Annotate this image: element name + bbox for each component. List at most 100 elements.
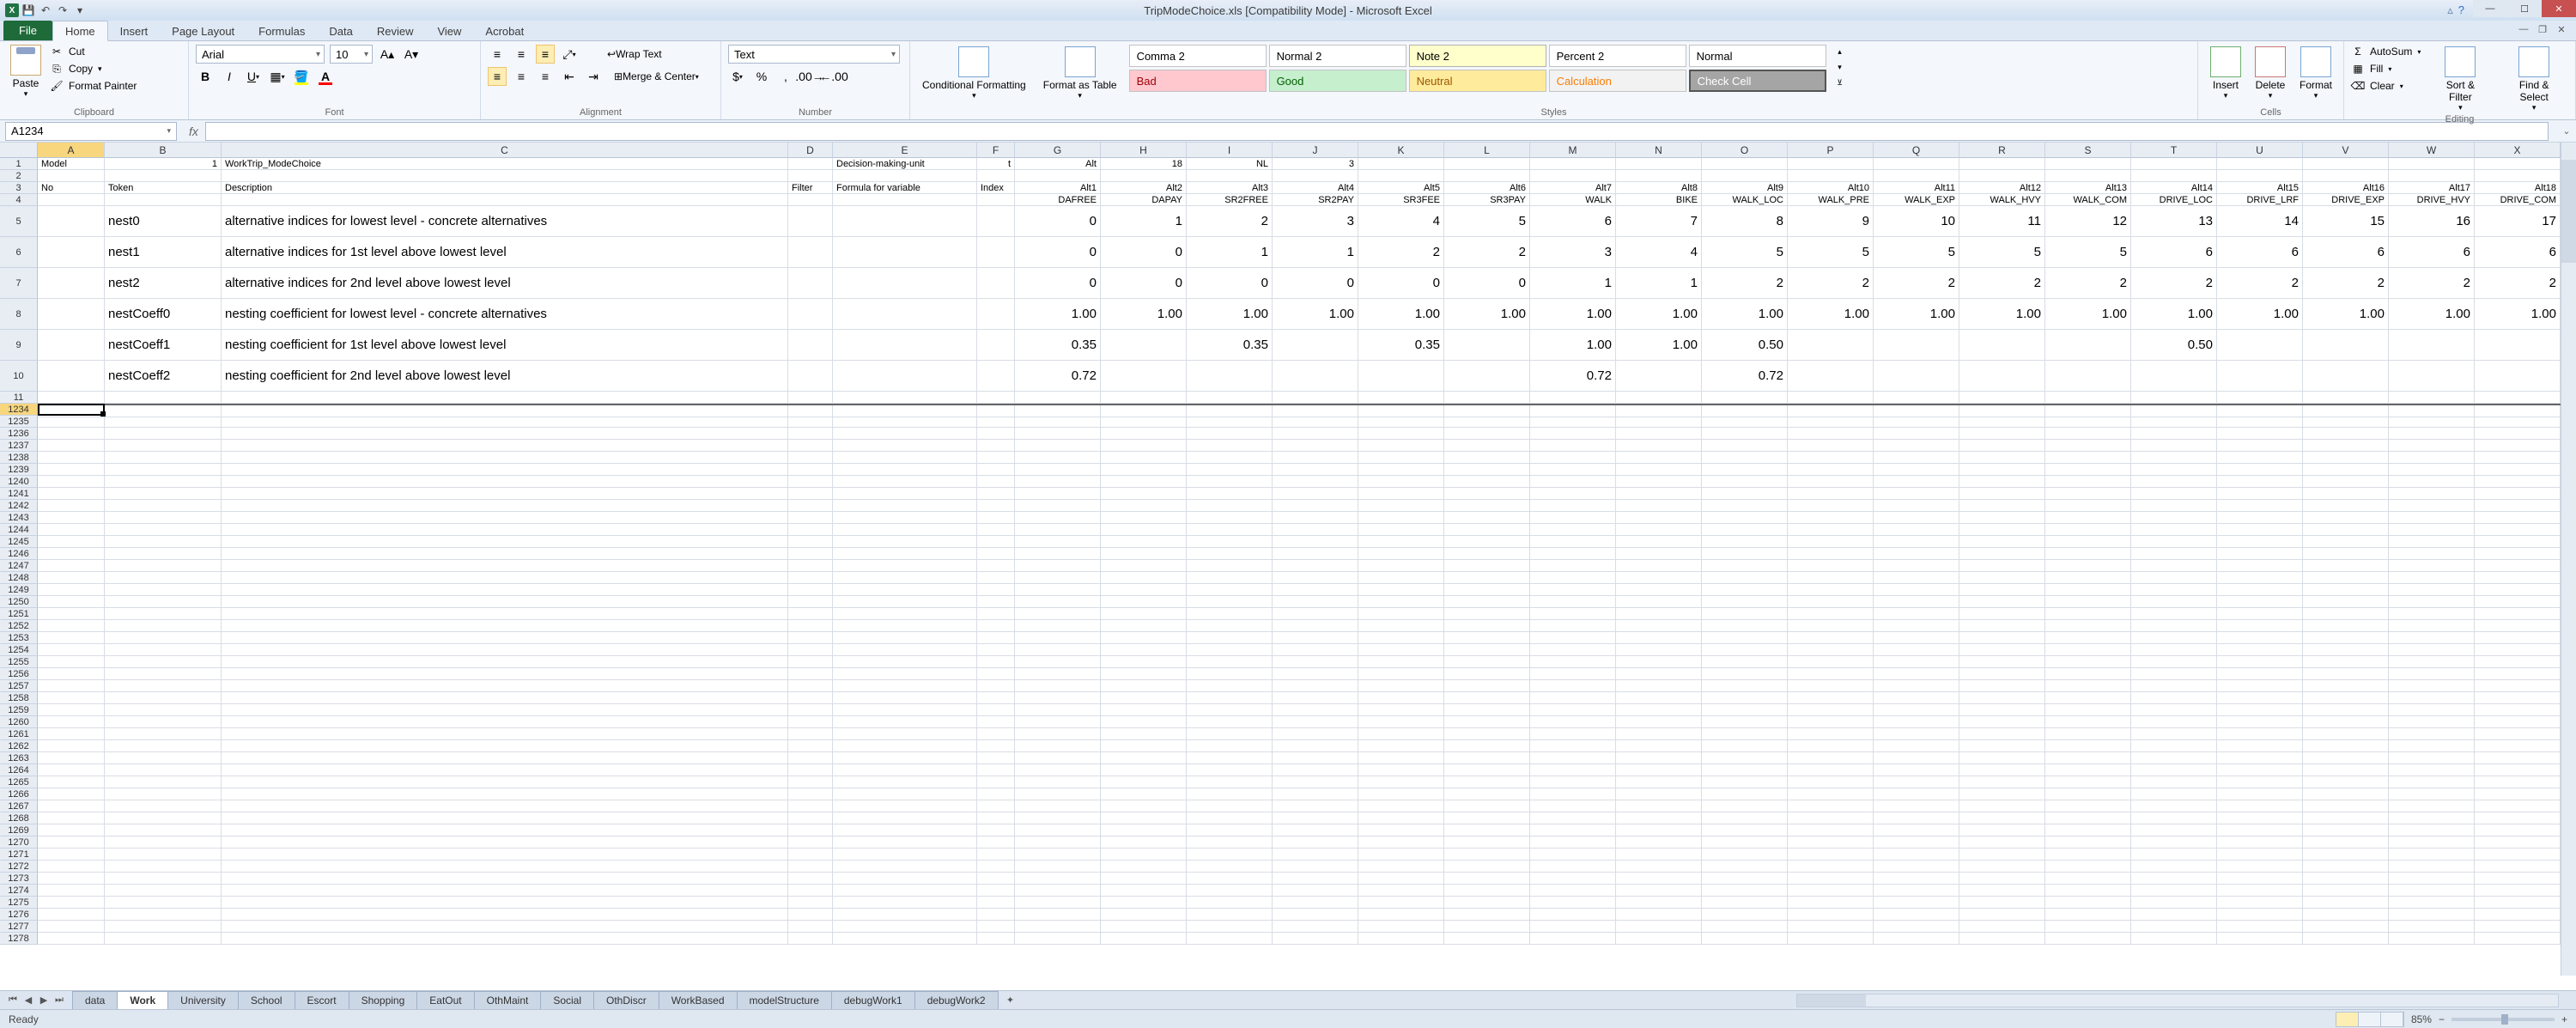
cell[interactable]: [2389, 656, 2475, 668]
cell[interactable]: 16: [2389, 206, 2475, 237]
cell[interactable]: [222, 704, 788, 716]
cell[interactable]: 1.00: [1530, 330, 1616, 361]
cell[interactable]: [1702, 416, 1788, 428]
cell[interactable]: [977, 849, 1015, 861]
cell[interactable]: [1273, 584, 1358, 596]
cell[interactable]: [1530, 824, 1616, 836]
cell[interactable]: [1788, 632, 1874, 644]
cell[interactable]: [2303, 728, 2389, 740]
cell[interactable]: 0: [1273, 268, 1358, 299]
cell[interactable]: [1015, 464, 1101, 476]
cell[interactable]: [1702, 488, 1788, 500]
cell[interactable]: [2217, 824, 2303, 836]
cell[interactable]: [833, 500, 977, 512]
cell[interactable]: [2389, 704, 2475, 716]
cell[interactable]: [38, 644, 105, 656]
cell[interactable]: [2389, 500, 2475, 512]
cell[interactable]: [2475, 644, 2561, 656]
cell[interactable]: [1444, 656, 1530, 668]
cell[interactable]: [1015, 656, 1101, 668]
row-header-7[interactable]: 7: [0, 268, 38, 299]
cell[interactable]: [1702, 704, 1788, 716]
cell[interactable]: Alt13: [2045, 182, 2131, 194]
cell[interactable]: [1358, 800, 1444, 812]
cell[interactable]: nestCoeff1: [105, 330, 222, 361]
cell[interactable]: [38, 776, 105, 788]
cell[interactable]: [2045, 428, 2131, 440]
cell[interactable]: [105, 836, 222, 849]
increase-indent[interactable]: ⇥: [584, 67, 603, 86]
cell[interactable]: [1358, 933, 1444, 945]
cell[interactable]: [2389, 849, 2475, 861]
cell[interactable]: [1444, 668, 1530, 680]
cell[interactable]: [2303, 476, 2389, 488]
cell[interactable]: [1788, 728, 1874, 740]
cell[interactable]: [2303, 170, 2389, 182]
cell[interactable]: [2131, 728, 2217, 740]
cell[interactable]: [1187, 740, 1273, 752]
row-header-1238[interactable]: 1238: [0, 452, 38, 464]
cell[interactable]: [2475, 836, 2561, 849]
cell[interactable]: [2131, 512, 2217, 524]
cell[interactable]: [38, 206, 105, 237]
cell[interactable]: [1874, 572, 1959, 584]
row-header-1270[interactable]: 1270: [0, 836, 38, 849]
cell[interactable]: [1788, 512, 1874, 524]
cell[interactable]: [1788, 392, 1874, 404]
cell[interactable]: [38, 330, 105, 361]
cell[interactable]: [1273, 861, 1358, 873]
cell[interactable]: [2045, 788, 2131, 800]
cell[interactable]: [1959, 740, 2045, 752]
cell[interactable]: [1959, 330, 2045, 361]
cell[interactable]: [2303, 752, 2389, 764]
cell[interactable]: [2217, 861, 2303, 873]
cell[interactable]: [1273, 330, 1358, 361]
cell[interactable]: [788, 299, 833, 330]
cell[interactable]: [1616, 885, 1702, 897]
cell[interactable]: [833, 776, 977, 788]
cell[interactable]: [1616, 933, 1702, 945]
cell[interactable]: [38, 608, 105, 620]
cell[interactable]: [1101, 704, 1187, 716]
cell[interactable]: [2475, 464, 2561, 476]
cell[interactable]: DAPAY: [1101, 194, 1187, 206]
cell[interactable]: [2045, 644, 2131, 656]
cell[interactable]: [1874, 921, 1959, 933]
cell[interactable]: [1788, 440, 1874, 452]
sheet-tab-university[interactable]: University: [167, 991, 239, 1009]
cell[interactable]: DRIVE_LOC: [2131, 194, 2217, 206]
cell[interactable]: [2389, 361, 2475, 392]
cell[interactable]: [1101, 824, 1187, 836]
cell[interactable]: [1616, 921, 1702, 933]
cell[interactable]: 2: [2475, 268, 2561, 299]
cell[interactable]: [38, 512, 105, 524]
cell[interactable]: [1616, 668, 1702, 680]
cell[interactable]: [2475, 812, 2561, 824]
cell[interactable]: [1444, 752, 1530, 764]
cell[interactable]: [1788, 644, 1874, 656]
cell[interactable]: [1101, 800, 1187, 812]
cell[interactable]: [2131, 170, 2217, 182]
cell[interactable]: [977, 897, 1015, 909]
save-button[interactable]: 💾: [21, 3, 36, 18]
cell[interactable]: WALK_COM: [2045, 194, 2131, 206]
cell[interactable]: [1702, 740, 1788, 752]
cell[interactable]: [1187, 476, 1273, 488]
cell[interactable]: [2303, 788, 2389, 800]
cell[interactable]: [1015, 608, 1101, 620]
cell[interactable]: [1273, 668, 1358, 680]
cell[interactable]: [1616, 572, 1702, 584]
tab-prev[interactable]: ◀: [21, 993, 36, 1008]
cell[interactable]: Alt1: [1015, 182, 1101, 194]
cell[interactable]: [1444, 740, 1530, 752]
cell[interactable]: [977, 548, 1015, 560]
cell[interactable]: [1959, 800, 2045, 812]
cell[interactable]: 0: [1015, 268, 1101, 299]
cell[interactable]: NL: [1187, 158, 1273, 170]
cell[interactable]: [1187, 488, 1273, 500]
cell[interactable]: [1530, 656, 1616, 668]
cell[interactable]: [2217, 800, 2303, 812]
cell[interactable]: [2131, 788, 2217, 800]
cell[interactable]: [1187, 800, 1273, 812]
cell[interactable]: [1101, 680, 1187, 692]
